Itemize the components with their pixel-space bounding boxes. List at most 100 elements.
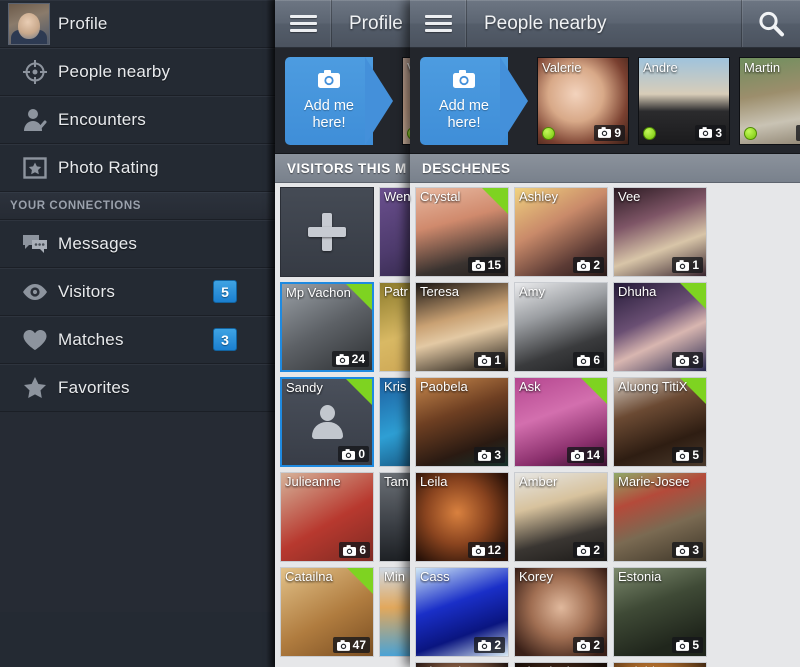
profile-name: Paobela [420, 379, 468, 394]
star-frame-icon [12, 155, 58, 181]
strip-card[interactable]: Valerie 9 [537, 56, 629, 145]
profile-cell[interactable]: Ashley 2 [514, 187, 608, 277]
status-badge: 5 [213, 280, 237, 303]
people-nearby-top-strip[interactable]: Add me here! Valerie9Andre3Martin3D [410, 48, 800, 154]
hamburger-icon[interactable] [275, 0, 332, 47]
sidebar-item-people-nearby[interactable]: People nearby [0, 48, 275, 96]
photo-count-badge: 24 [331, 351, 369, 367]
add-me-line2: here! [447, 114, 481, 131]
strip-card-name: Valerie [542, 59, 582, 75]
profile-name: Leila [420, 474, 448, 489]
profile-cell[interactable]: Korey 2 [514, 567, 608, 657]
sidebar-section-header: YOUR CONNECTIONS [0, 192, 275, 220]
photo-count-badge: 5 [672, 637, 703, 653]
photo-count-badge: 2 [573, 257, 604, 273]
sidebar-item-matches[interactable]: Matches 3 [0, 316, 275, 364]
profile-name: Catailna [285, 569, 333, 584]
photo-count-badge: 9 [594, 124, 625, 141]
photo-count-badge: 47 [332, 637, 370, 653]
sidebar-item-profile[interactable]: Profile [0, 0, 275, 48]
photo-count: 15 [487, 258, 501, 272]
online-indicator [744, 126, 757, 140]
profile-cell[interactable]: Crystal 15 [415, 187, 509, 277]
profile-cell[interactable]: Dhuha 3 [613, 282, 707, 372]
status-badge: 3 [213, 328, 237, 351]
profile-name: Cass [420, 569, 450, 584]
camera-icon [453, 69, 475, 93]
sidebar-item-label: Matches [58, 329, 124, 349]
sidebar-item-label: Favorites [58, 377, 130, 397]
profile-cell[interactable]: Teresa 1 [415, 282, 509, 372]
profile-name: Crystal [420, 189, 461, 204]
photo-count-badge: 12 [467, 542, 505, 558]
photo-count-badge: 1 [672, 257, 703, 273]
profile-cell[interactable]: Leila 12 [415, 472, 509, 562]
profile-cell[interactable]: Cass 2 [415, 567, 509, 657]
profile-cell[interactable]: Julieanne 6 [280, 472, 374, 562]
sidebar-item-photo-rating[interactable]: Photo Rating [0, 144, 275, 192]
sidebar-item-label: Photo Rating [58, 157, 159, 177]
add-me-line1: Add me [304, 97, 354, 114]
people-nearby-section-header: DESCHENES [410, 154, 800, 183]
photo-count-badge: 5 [672, 447, 703, 463]
photo-count-badge: 6 [573, 352, 604, 368]
profile-name: Amy [519, 284, 545, 299]
add-photo-cell[interactable] [280, 187, 374, 277]
camera-icon [318, 69, 340, 93]
photo-count-badge: 0 [338, 446, 369, 462]
photo-count: 5 [692, 638, 699, 652]
profile-cell[interactable]: Paobela 3 [415, 377, 509, 467]
sidebar-item-label: People nearby [58, 61, 171, 81]
photo-count-badge: 14 [566, 447, 604, 463]
profile-cell[interactable]: Delphine7 [613, 662, 707, 667]
strip-card[interactable]: Martin 3 [739, 56, 800, 145]
profile-cell[interactable]: Catailna 47 [280, 567, 374, 657]
profile-cell[interactable]: Estonia 5 [613, 567, 707, 657]
profile-cell[interactable]: Mp Vachon 24 [280, 282, 374, 372]
profile-cell[interactable]: Sheelagh2 [514, 662, 608, 667]
photo-count-badge: 2 [573, 637, 604, 653]
eye-icon [12, 279, 58, 305]
profile-cell[interactable]: Aluong TitiX 5 [613, 377, 707, 467]
person-check-icon [12, 107, 58, 133]
strip-card[interactable]: Andre 3 [638, 56, 730, 145]
search-icon[interactable] [741, 0, 800, 47]
profile-name: Estonia [618, 569, 662, 584]
photo-count: 0 [358, 447, 365, 461]
sidebar-item-label: Messages [58, 233, 138, 253]
photo-count: 2 [593, 638, 600, 652]
navigation-drawer: Profile People nearby Encounters Photo R… [0, 0, 275, 667]
sidebar-item-label: Profile [58, 13, 108, 33]
photo-count: 3 [715, 125, 722, 140]
profile-cell[interactable]: Sandy 0 [280, 377, 374, 467]
profile-name: Marie-Josee [618, 474, 690, 489]
photo-count: 3 [692, 353, 699, 367]
sidebar-item-visitors[interactable]: Visitors 5 [0, 268, 275, 316]
photo-count: 9 [614, 125, 621, 140]
profile-cell[interactable]: Vee 1 [613, 187, 707, 277]
strip-card-name: Martin [744, 59, 781, 75]
add-me-here-button[interactable]: Add me here! [420, 56, 528, 145]
sidebar-item-favorites[interactable]: Favorites [0, 364, 275, 412]
photo-count: 5 [692, 448, 699, 462]
profile-cell[interactable]: Chanel7 [415, 662, 509, 667]
add-me-line1: Add me [439, 97, 489, 114]
profile-cell[interactable]: Amy 6 [514, 282, 608, 372]
page-title: Profile [349, 12, 403, 34]
sidebar-item-label: Visitors [58, 281, 116, 301]
profile-name: Mp Vachon [286, 285, 351, 300]
photo-count: 47 [352, 638, 366, 652]
sidebar-item-messages[interactable]: Messages [0, 220, 275, 268]
profile-cell[interactable]: Amber 2 [514, 472, 608, 562]
profile-cell[interactable]: Marie-Josee 3 [613, 472, 707, 562]
add-me-here-button[interactable]: Add me here! [285, 56, 393, 145]
hamburger-icon[interactable] [410, 0, 467, 47]
profile-name: Vee [618, 189, 641, 204]
photo-count-badge: 3 [672, 542, 703, 558]
sidebar-item-encounters[interactable]: Encounters [0, 96, 275, 144]
sidebar-empty-area [0, 412, 275, 612]
profile-cell[interactable]: Ask 14 [514, 377, 608, 467]
photo-count-badge: 1 [474, 352, 505, 368]
photo-count-badge: 3 [474, 447, 505, 463]
photo-count: 1 [494, 353, 501, 367]
